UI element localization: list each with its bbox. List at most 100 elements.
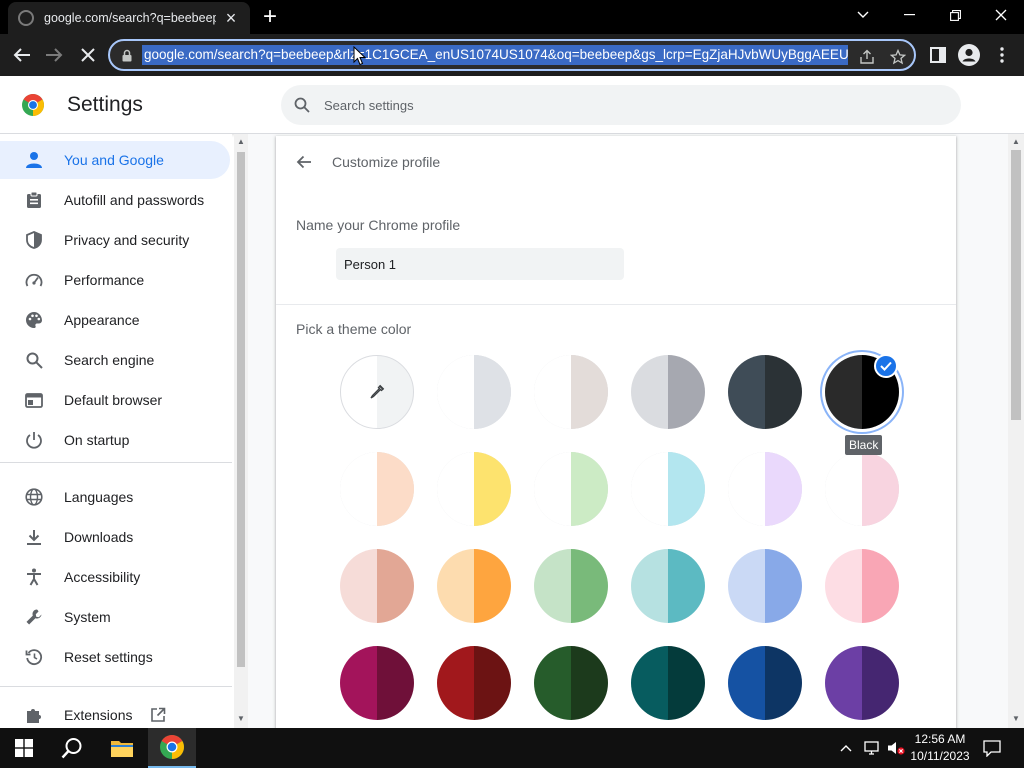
sidebar-item-label: Autofill and passwords [64,192,205,208]
share-icon[interactable] [856,46,878,68]
search-icon [294,97,310,113]
settings-search-box[interactable] [281,85,961,125]
side-panel-icon[interactable] [922,39,954,71]
theme-color-swatch[interactable] [437,646,511,720]
theme-color-swatch[interactable] [631,452,705,526]
main-scrollbar[interactable]: ▲ ▼ [1008,134,1024,728]
section-divider [276,304,956,305]
sidebar-item-downloads[interactable]: Downloads [0,518,230,556]
sidebar-item-label: Languages [64,489,134,505]
theme-color-swatch[interactable] [340,452,414,526]
globe-icon [24,487,44,507]
sidebar-item-label: On startup [64,432,130,448]
network-icon[interactable] [860,728,884,768]
theme-color-swatch[interactable] [825,452,899,526]
settings-search-input[interactable] [324,97,924,113]
minimize-icon[interactable] [886,0,932,30]
taskbar-search-icon[interactable] [48,728,96,768]
restore-icon[interactable] [932,0,978,30]
theme-color-swatch[interactable] [728,549,802,623]
mouse-cursor-icon [353,46,366,66]
clipboard-icon [24,190,44,210]
sidebar-item-extensions[interactable]: Extensions [0,696,230,728]
sidebar-item-you-and-google[interactable]: You and Google [0,141,230,179]
theme-color-swatch[interactable] [340,549,414,623]
main-scrollbar-thumb[interactable] [1011,150,1021,420]
theme-color-swatch[interactable] [340,646,414,720]
address-bar[interactable]: google.com/search?q=beebeep&rlz=1C1GCEA_… [108,39,916,71]
chrome-logo-icon [22,94,44,116]
sidebar-divider [0,686,232,687]
theme-color-swatch[interactable] [825,549,899,623]
sidebar-item-performance[interactable]: Performance [0,261,230,299]
tab-search-chevron-icon[interactable] [840,0,886,30]
kebab-menu-icon[interactable] [986,39,1018,71]
wrench-icon [24,607,44,627]
profile-name-input[interactable] [336,248,624,280]
theme-color-swatch[interactable] [437,355,511,429]
chrome-taskbar-icon[interactable] [148,728,196,768]
windows-start-icon[interactable] [0,728,48,768]
lock-icon[interactable] [120,49,134,62]
theme-color-swatch[interactable] [534,452,608,526]
sidebar-item-label: Performance [64,272,145,288]
theme-color-swatch[interactable] [534,646,608,720]
sidebar-item-reset-settings[interactable]: Reset settings [0,638,230,676]
sidebar-item-appearance[interactable]: Appearance [0,301,230,339]
browser-window-icon [24,390,44,410]
sidebar-item-label: Search engine [64,352,155,368]
theme-color-swatch[interactable] [534,355,608,429]
url-text[interactable]: google.com/search?q=beebeep&rlz=1C1GCEA_… [142,45,848,65]
sidebar-divider [0,462,232,463]
sidebar-item-default-browser[interactable]: Default browser [0,381,230,419]
clock-time: 12:56 AM [914,732,966,746]
volume-muted-icon[interactable] [884,728,908,768]
scroll-down-icon[interactable]: ▼ [1012,715,1020,723]
windows-taskbar: 12:56 AM 10/11/2023 [0,728,1024,768]
browser-tab[interactable]: google.com/search?q=beebeep& × [8,2,250,34]
back-arrow-icon[interactable] [6,39,38,71]
profile-name-label: Name your Chrome profile [296,217,461,233]
new-tab-button[interactable]: + [258,4,282,30]
sidebar-item-languages[interactable]: Languages [0,478,230,516]
theme-color-swatch[interactable] [534,549,608,623]
sidebar-item-system[interactable]: System [0,598,230,636]
forward-arrow-icon[interactable] [38,39,70,71]
theme-color-swatch[interactable] [728,452,802,526]
theme-color-swatch[interactable] [437,452,511,526]
scroll-up-icon[interactable]: ▲ [1012,138,1020,146]
sidebar-item-privacy[interactable]: Privacy and security [0,221,230,259]
sidebar-item-search-engine[interactable]: Search engine [0,341,230,379]
theme-color-label: Pick a theme color [296,321,412,337]
tab-close-icon[interactable]: × [222,9,240,27]
sidebar-item-accessibility[interactable]: Accessibility [0,558,230,596]
custom-color-swatch[interactable] [340,355,414,429]
scroll-down-icon[interactable]: ▼ [237,715,245,723]
show-hidden-icons-chevron-icon[interactable] [836,728,856,768]
sidebar-item-on-startup[interactable]: On startup [0,421,230,459]
scroll-up-icon[interactable]: ▲ [237,138,245,146]
theme-color-swatch[interactable] [728,355,802,429]
sidebar-scrollbar[interactable]: ▲ ▼ [234,134,248,728]
theme-color-swatch[interactable] [728,646,802,720]
taskbar-clock[interactable]: 12:56 AM 10/11/2023 [908,731,972,765]
sidebar-scrollbar-thumb[interactable] [237,152,245,667]
sidebar-item-autofill[interactable]: Autofill and passwords [0,181,230,219]
clock-date: 10/11/2023 [910,749,970,763]
stop-loading-icon[interactable] [72,39,104,71]
bookmark-star-icon[interactable] [887,46,909,68]
close-window-icon[interactable] [978,0,1024,30]
theme-color-swatch[interactable] [631,549,705,623]
color-tooltip: Black [845,435,883,455]
profile-avatar[interactable] [953,39,985,71]
theme-color-swatch[interactable] [631,355,705,429]
sidebar-item-label: Accessibility [64,569,141,585]
theme-color-swatch[interactable] [437,549,511,623]
back-arrow-icon[interactable] [292,150,316,174]
file-explorer-icon[interactable] [98,728,146,768]
theme-color-swatch[interactable] [631,646,705,720]
notifications-icon[interactable] [976,728,1008,768]
open-in-new-icon [150,707,166,723]
theme-color-swatch[interactable] [825,646,899,720]
search-icon [24,350,44,370]
